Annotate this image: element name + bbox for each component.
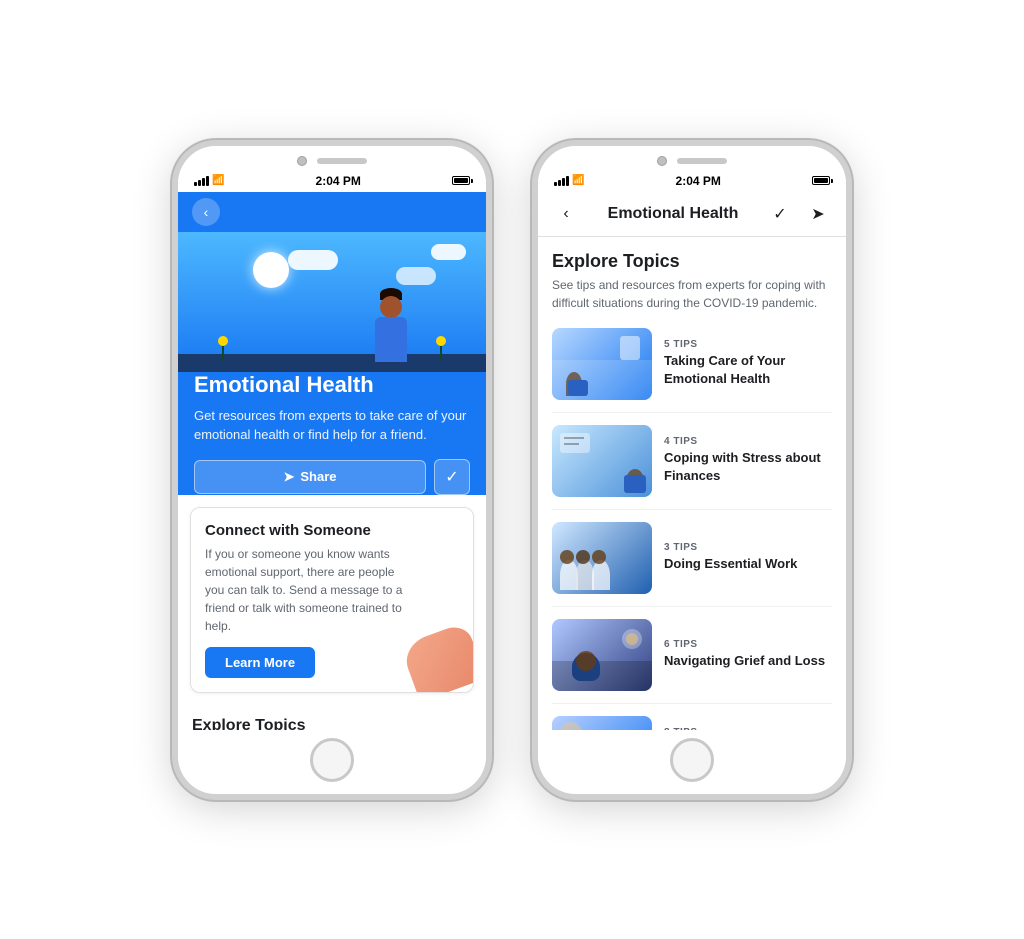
phone2-bookmark-button[interactable]: ✓	[766, 200, 794, 228]
phone2-battery-area	[812, 176, 830, 185]
flower-stem-right	[440, 346, 442, 362]
hero-illustration	[178, 232, 486, 372]
phone1-time: 2:04 PM	[316, 174, 361, 188]
topic-tips-2: 3 TIPS	[664, 542, 832, 553]
topic-card-3[interactable]: 6 TIPS Navigating Grief and Loss	[552, 619, 832, 704]
topic-tips-0: 5 TIPS	[664, 339, 832, 350]
flower-head-left	[218, 336, 228, 346]
phone2-top	[538, 146, 846, 170]
hands-illustration	[393, 612, 473, 692]
phone2-home-button[interactable]	[670, 738, 714, 782]
hero-figure	[356, 282, 426, 372]
phone2-camera	[657, 156, 667, 166]
topic-thumbnail-1	[552, 425, 652, 497]
wifi-icon: 📶	[212, 175, 224, 186]
phone1: 📶 2:04 PM ‹	[172, 140, 492, 800]
connect-card: Connect with Someone If you or someone y…	[190, 507, 474, 693]
phone2-battery-fill	[814, 178, 828, 183]
topic-title-2: Doing Essential Work	[664, 555, 832, 573]
phone2-signal-icon	[554, 176, 569, 186]
phone1-camera	[297, 156, 307, 166]
topic-info-3: 6 TIPS Navigating Grief and Loss	[664, 639, 832, 670]
phone1-screen: 📶 2:04 PM ‹	[178, 170, 486, 730]
phone1-hero-content: Emotional Health Get resources from expe…	[178, 372, 486, 495]
topic-thumbnail-3	[552, 619, 652, 691]
share-icon: ➤	[283, 469, 294, 485]
phone2-speaker	[677, 158, 727, 164]
figure-head	[380, 296, 402, 318]
scene: 📶 2:04 PM ‹	[132, 100, 892, 840]
topic-thumbnail-0	[552, 328, 652, 400]
phone2-back-button[interactable]: ‹	[552, 200, 580, 228]
phone1-signal-area: 📶	[194, 175, 224, 186]
topic-title-3: Navigating Grief and Loss	[664, 652, 832, 670]
flower-head-right	[436, 336, 446, 346]
phone1-title: Emotional Health	[194, 372, 470, 398]
phone1-status-bar: 📶 2:04 PM	[178, 170, 486, 192]
phone2-content[interactable]: Explore Topics See tips and resources fr…	[538, 237, 846, 730]
phone2-status-bar: 📶 2:04 PM	[538, 170, 846, 192]
phone1-speaker	[317, 158, 367, 164]
share-button[interactable]: ➤ Share	[194, 460, 426, 494]
topic-tips-1: 4 TIPS	[664, 436, 832, 447]
flower-stem-left	[222, 346, 224, 362]
phone1-battery-area	[452, 176, 470, 185]
topic-title-0: Taking Care of Your Emotional Health	[664, 352, 832, 387]
battery-fill	[454, 178, 468, 183]
topic-info-1: 4 TIPS Coping with Stress about Finances	[664, 436, 832, 484]
connect-description: If you or someone you know wants emotion…	[205, 545, 405, 635]
flower-left	[218, 336, 228, 362]
topic-card-2[interactable]: 3 TIPS Doing Essential Work	[552, 522, 832, 607]
phone2-bottom	[538, 730, 846, 794]
phone1-content[interactable]: ‹	[178, 192, 486, 730]
figure-body	[375, 317, 407, 362]
phone1-nav: ‹	[178, 192, 486, 232]
phone1-home-button[interactable]	[310, 738, 354, 782]
phone1-bottom	[178, 730, 486, 794]
topic-title-1: Coping with Stress about Finances	[664, 449, 832, 484]
topic-info-0: 5 TIPS Taking Care of Your Emotional Hea…	[664, 339, 832, 387]
phone2-screen: 📶 2:04 PM ‹ Emotional Health ✓ ➤	[538, 170, 846, 730]
phone1-back-button[interactable]: ‹	[192, 198, 220, 226]
bookmark-icon: ✓	[445, 467, 458, 487]
topic-card-1[interactable]: 4 TIPS Coping with Stress about Finances	[552, 425, 832, 510]
topic-info-2: 3 TIPS Doing Essential Work	[664, 542, 832, 573]
phone2-explore-subtitle: See tips and resources from experts for …	[552, 276, 832, 312]
phone1-actions: ➤ Share ✓	[194, 459, 470, 495]
phone2-time: 2:04 PM	[676, 174, 721, 188]
phone1-top	[178, 146, 486, 170]
learn-more-button[interactable]: Learn More	[205, 647, 315, 678]
battery-icon	[452, 176, 470, 185]
phone2-nav-icons: ✓ ➤	[766, 200, 832, 228]
phone1-description: Get resources from experts to take care …	[194, 406, 470, 445]
topic-thumbnail-2	[552, 522, 652, 594]
phone1-hero-section: ‹	[178, 192, 486, 495]
cloud-1	[288, 250, 338, 270]
topic-tips-3: 6 TIPS	[664, 639, 832, 650]
phone1-explore-title: Explore Topics	[192, 717, 472, 730]
phone2: 📶 2:04 PM ‹ Emotional Health ✓ ➤	[532, 140, 852, 800]
sun-illustration	[253, 252, 289, 288]
phone2-wifi-icon: 📶	[572, 175, 584, 186]
topic-list: 5 TIPS Taking Care of Your Emotional Hea…	[552, 328, 832, 730]
topic-card-4[interactable]: 8 TIPS Caring for Yourself as a Parent	[552, 716, 832, 730]
phone2-signal-area: 📶	[554, 175, 584, 186]
signal-icon	[194, 176, 209, 186]
topic-thumbnail-4	[552, 716, 652, 730]
connect-title: Connect with Someone	[205, 522, 459, 539]
phone2-battery-icon	[812, 176, 830, 185]
phone1-explore-section: Explore Topics	[178, 705, 486, 730]
phone2-share-button[interactable]: ➤	[804, 200, 832, 228]
phone2-nav-title: Emotional Health	[580, 205, 766, 223]
phone2-explore-heading: Explore Topics	[552, 251, 832, 272]
hand-shape	[400, 621, 474, 692]
bookmark-button[interactable]: ✓	[434, 459, 470, 495]
flower-right	[436, 336, 446, 362]
topic-card-0[interactable]: 5 TIPS Taking Care of Your Emotional Hea…	[552, 328, 832, 413]
cloud-2	[431, 244, 466, 260]
phone2-nav: ‹ Emotional Health ✓ ➤	[538, 192, 846, 237]
